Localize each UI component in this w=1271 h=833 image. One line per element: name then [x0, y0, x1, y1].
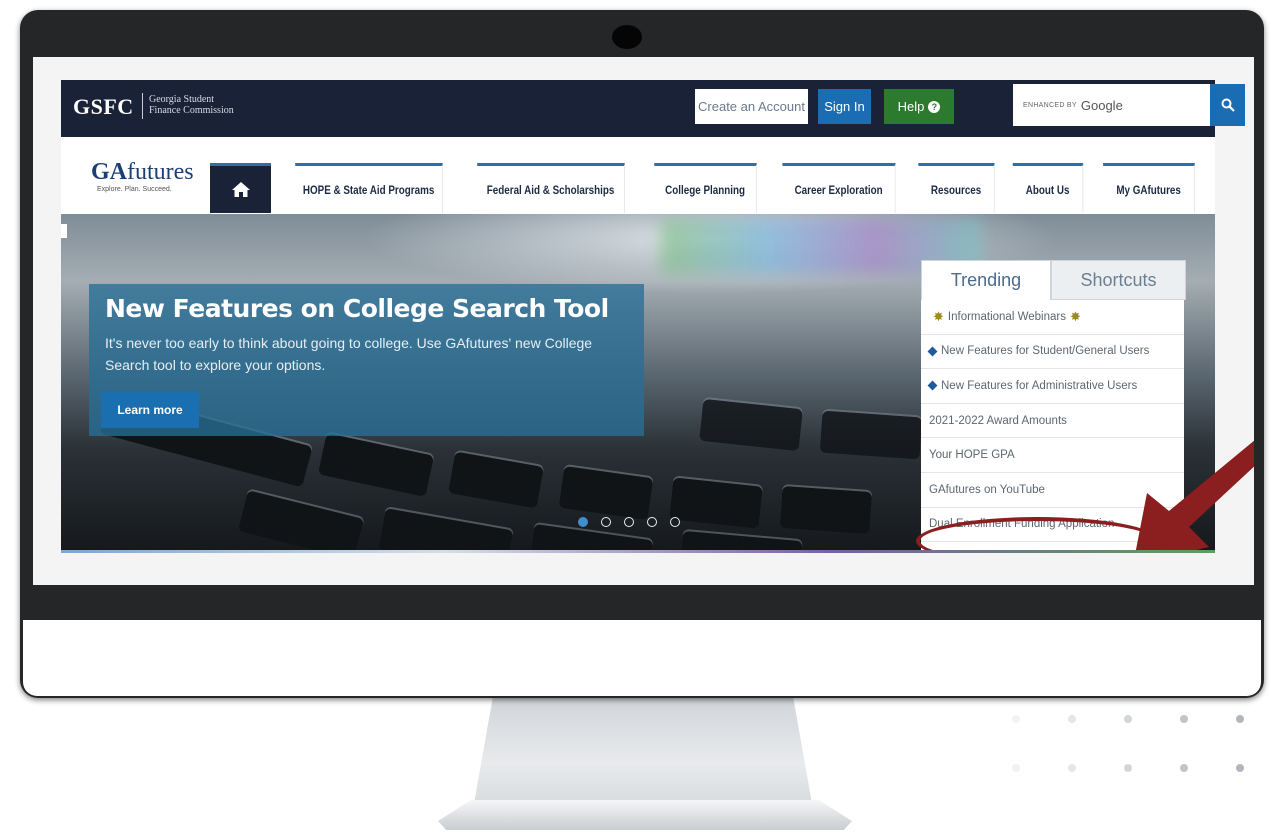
carousel-indicators	[578, 517, 680, 527]
keyboard-key	[237, 490, 365, 550]
nav-college-planning[interactable]: College Planning	[654, 163, 757, 213]
star-icon: ✸	[1069, 308, 1081, 324]
gsfc-logo[interactable]: GSFC	[73, 94, 134, 120]
top-header: GSFC Georgia Student Finance Commission …	[61, 80, 1245, 137]
question-circle-icon: ?	[928, 100, 941, 113]
gafutures-logo[interactable]: GAfutures Explore. Plan. Succeed.	[91, 159, 194, 193]
trending-item-admin-features[interactable]: New Features for Administrative Users	[921, 369, 1184, 404]
nav-about-us[interactable]: About Us	[1012, 163, 1084, 213]
diamond-icon	[927, 381, 938, 391]
nav-label: HOPE & State Aid Programs	[302, 182, 435, 197]
trending-item-award-amounts[interactable]: 2021-2022 Award Amounts	[921, 404, 1184, 439]
search-button[interactable]	[1210, 84, 1245, 126]
monitor-chin	[23, 620, 1261, 696]
gsfc-logo-subtitle: Georgia Student Finance Commission	[149, 94, 234, 116]
sign-in-button[interactable]: Sign In	[818, 89, 871, 124]
diamond-icon	[927, 346, 938, 357]
hero-text: It's never too early to think about goin…	[105, 335, 593, 373]
star-icon: ✸	[933, 308, 944, 324]
trending-item-label: New Features for Administrative Users	[941, 379, 1138, 392]
trending-item-student-features[interactable]: New Features for Student/General Users	[921, 335, 1184, 370]
keyboard-key	[779, 485, 873, 535]
keyboard-key	[699, 398, 803, 452]
home-icon	[231, 182, 250, 197]
nav-label: Resources	[930, 182, 982, 197]
website-screen: GSFC Georgia Student Finance Commission …	[33, 57, 1254, 585]
create-account-button[interactable]: Create an Account	[695, 89, 808, 124]
trending-item-label: Informational Webinars	[947, 310, 1066, 323]
keyboard-key	[448, 451, 544, 509]
trending-item-label: Your HOPE GPA	[929, 449, 1015, 462]
monitor-stand-neck	[473, 694, 813, 809]
webcam-icon	[612, 25, 642, 49]
keyboard-key	[669, 477, 763, 529]
logo-divider	[142, 93, 143, 119]
keyboard-key	[679, 530, 803, 550]
gafutures-logo-text: futures	[127, 159, 194, 185]
nav-label: About Us	[1025, 182, 1070, 197]
nav-my-gafutures[interactable]: My GAfutures	[1103, 163, 1195, 213]
carousel-dot[interactable]	[647, 517, 657, 527]
hero-caption: New Features on College Search Tool It's…	[89, 284, 644, 436]
nav-label: Federal Aid & Scholarships	[486, 182, 615, 197]
trending-item-label: GAfutures on YouTube	[929, 483, 1045, 496]
monitor-stand-base	[438, 800, 852, 830]
search-powered-label: ENHANCED BY	[1023, 101, 1077, 109]
tab-trending[interactable]: Trending	[921, 260, 1051, 300]
carousel-dot[interactable]	[578, 517, 588, 527]
gafutures-tagline: Explore. Plan. Succeed.	[97, 186, 172, 193]
keyboard-key	[528, 523, 654, 550]
main-navigation: GAfutures Explore. Plan. Succeed. HOPE &…	[61, 137, 1215, 214]
help-button[interactable]: Help ?	[884, 89, 954, 124]
search-icon	[1221, 98, 1235, 112]
trending-item-webinars[interactable]: ✸ Informational Webinars ✸	[921, 300, 1184, 335]
nav-label: My GAfutures	[1116, 182, 1181, 197]
nav-hope-state-aid[interactable]: HOPE & State Aid Programs	[295, 163, 443, 213]
nav-career-exploration[interactable]: Career Exploration	[782, 163, 896, 213]
keyboard-key	[378, 508, 514, 550]
nav-resources[interactable]: Resources	[918, 163, 995, 213]
carousel-dot[interactable]	[601, 517, 611, 527]
nav-label: College Planning	[665, 182, 746, 197]
trending-item-label: 2021-2022 Award Amounts	[929, 414, 1067, 427]
logo-sub-line2: Finance Commission	[149, 105, 234, 116]
google-label: Google	[1080, 97, 1123, 113]
nav-label: Career Exploration	[794, 182, 883, 197]
tab-shortcuts[interactable]: Shortcuts	[1051, 260, 1186, 300]
help-label: Help	[897, 99, 925, 114]
keyboard-key	[558, 465, 654, 521]
learn-more-button[interactable]: Learn more	[101, 392, 199, 428]
carousel-dot[interactable]	[624, 517, 634, 527]
search-input[interactable]: ENHANCED BY Google	[1013, 84, 1210, 126]
page-bottom-band	[61, 553, 1215, 585]
keyboard-key	[819, 410, 923, 460]
logo-sub-line1: Georgia Student	[149, 94, 215, 105]
decorative-dots	[1010, 710, 1260, 780]
nav-federal-aid[interactable]: Federal Aid & Scholarships	[477, 163, 625, 213]
carousel-dot[interactable]	[670, 517, 680, 527]
hero-title: New Features on College Search Tool	[105, 294, 609, 323]
home-tab[interactable]	[210, 163, 271, 213]
trending-item-label: New Features for Student/General Users	[941, 345, 1150, 358]
keyboard-key	[317, 433, 435, 497]
hero-side-marker	[61, 224, 67, 238]
